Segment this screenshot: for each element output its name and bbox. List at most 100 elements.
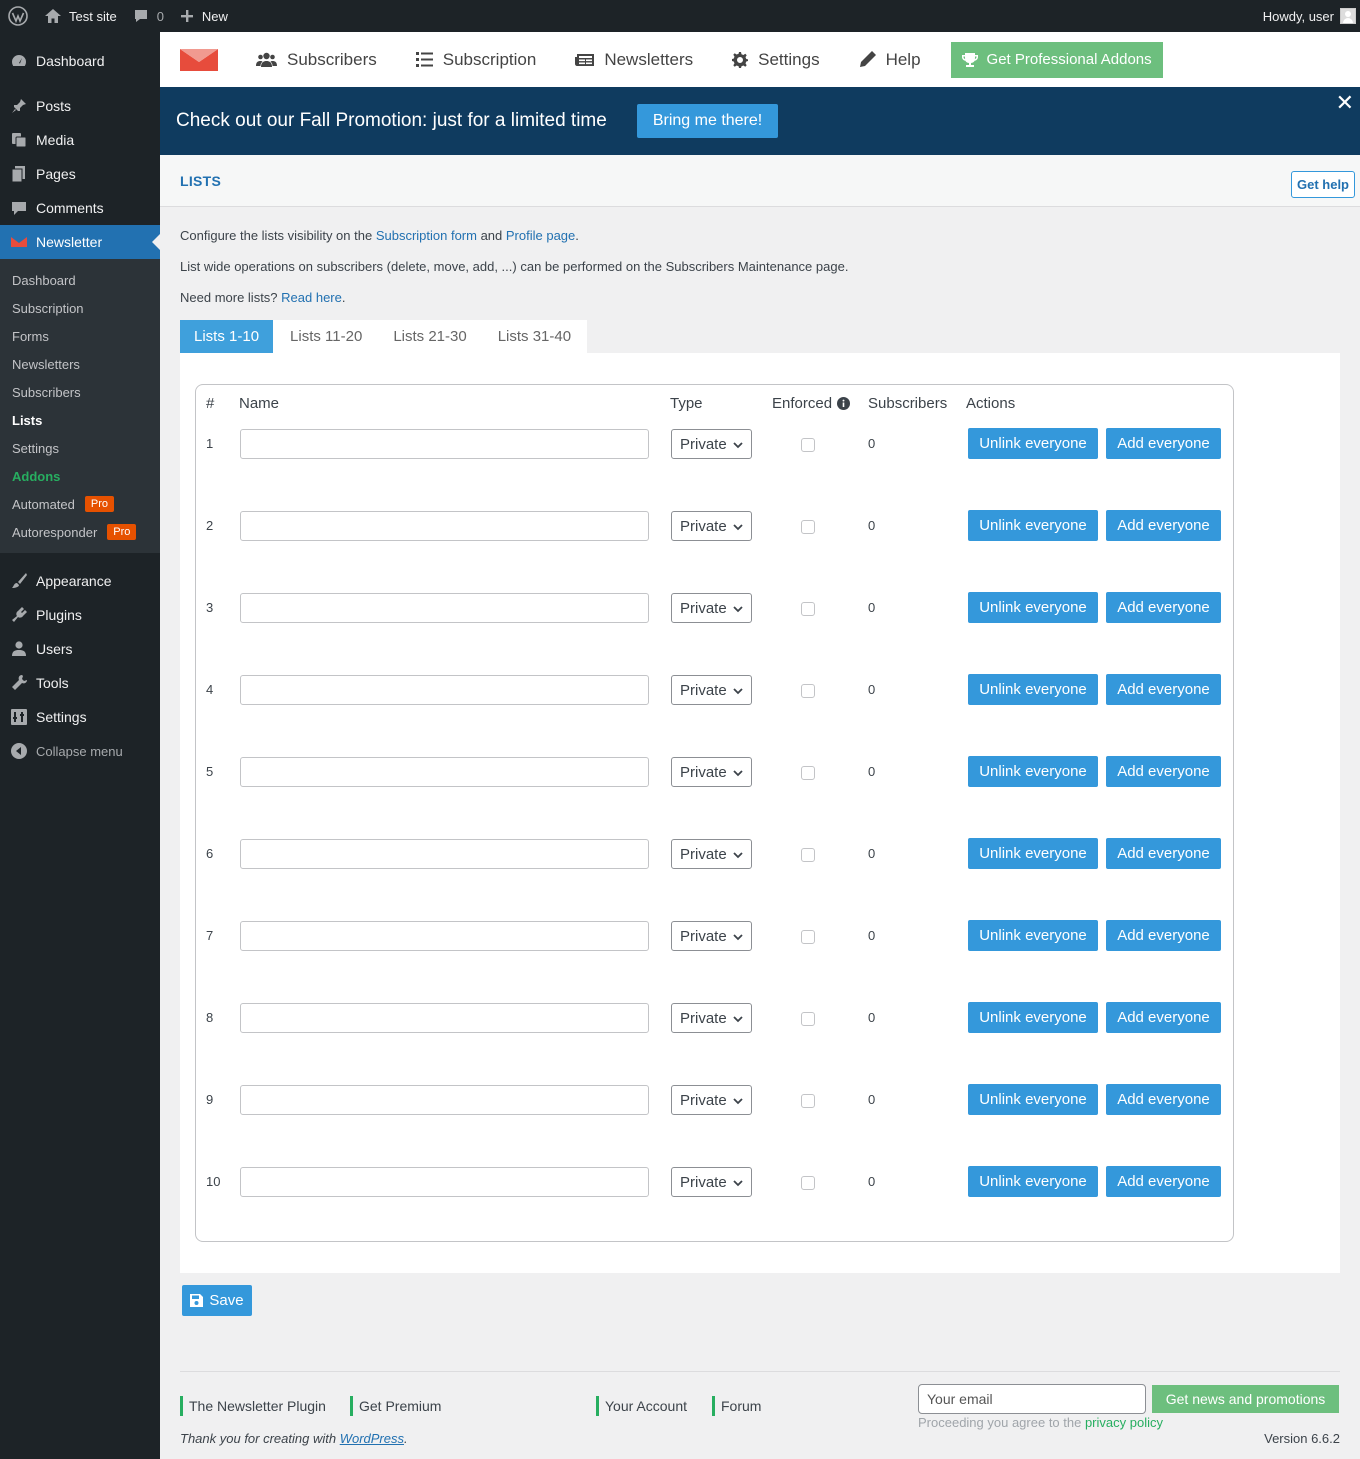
collapse-menu-button[interactable]: Collapse menu xyxy=(0,734,160,768)
footer-link-get-premium[interactable]: Get Premium xyxy=(350,1396,441,1416)
enforced-checkbox[interactable] xyxy=(801,520,815,534)
nav-newsletters[interactable]: Newsletters xyxy=(575,50,693,70)
add-everyone-button[interactable]: Add everyone xyxy=(1106,1166,1221,1197)
add-everyone-button[interactable]: Add everyone xyxy=(1106,592,1221,623)
unlink-everyone-button[interactable]: Unlink everyone xyxy=(968,1166,1098,1197)
submenu-addons[interactable]: Addons xyxy=(0,462,160,490)
submenu-subscribers[interactable]: Subscribers xyxy=(0,378,160,406)
list-type-select[interactable]: Private xyxy=(671,1167,752,1197)
nav-settings[interactable]: Settings xyxy=(732,50,820,70)
unlink-everyone-button[interactable]: Unlink everyone xyxy=(968,1002,1098,1033)
nav-help[interactable]: Help xyxy=(859,50,921,70)
enforced-checkbox[interactable] xyxy=(801,684,815,698)
menu-appearance[interactable]: Appearance xyxy=(0,564,160,598)
list-type-select[interactable]: Private xyxy=(671,839,752,869)
nav-subscription[interactable]: Subscription xyxy=(415,50,536,70)
close-icon[interactable]: ✕ xyxy=(1336,92,1354,114)
tab-lists-31-40[interactable]: Lists 31-40 xyxy=(480,320,588,353)
list-type-select[interactable]: Private xyxy=(671,593,752,623)
read-here-link[interactable]: Read here xyxy=(281,290,342,305)
enforced-checkbox[interactable] xyxy=(801,1094,815,1108)
menu-pages[interactable]: Pages xyxy=(0,157,160,191)
list-name-input[interactable] xyxy=(240,429,649,459)
subscription-form-link[interactable]: Subscription form xyxy=(376,228,477,243)
menu-tools[interactable]: Tools xyxy=(0,666,160,700)
list-name-input[interactable] xyxy=(240,1167,649,1197)
enforced-checkbox[interactable] xyxy=(801,766,815,780)
menu-posts[interactable]: Posts xyxy=(0,89,160,123)
add-everyone-button[interactable]: Add everyone xyxy=(1106,838,1221,869)
tab-lists-1-10[interactable]: Lists 1-10 xyxy=(180,320,274,353)
menu-newsletter[interactable]: Newsletter xyxy=(0,225,160,259)
enforced-checkbox[interactable] xyxy=(801,438,815,452)
unlink-everyone-button[interactable]: Unlink everyone xyxy=(968,592,1098,623)
list-type-select[interactable]: Private xyxy=(671,1085,752,1115)
submenu-forms[interactable]: Forms xyxy=(0,322,160,350)
unlink-everyone-button[interactable]: Unlink everyone xyxy=(968,838,1098,869)
footer-link-your-account[interactable]: Your Account xyxy=(596,1396,687,1416)
get-news-button[interactable]: Get news and promotions xyxy=(1152,1385,1339,1413)
list-type-select[interactable]: Private xyxy=(671,675,752,705)
list-name-input[interactable] xyxy=(240,593,649,623)
unlink-everyone-button[interactable]: Unlink everyone xyxy=(968,510,1098,541)
submenu-settings[interactable]: Settings xyxy=(0,434,160,462)
footer-link-forum[interactable]: Forum xyxy=(712,1396,761,1416)
newsletter-logo-icon[interactable] xyxy=(180,48,218,71)
enforced-checkbox[interactable] xyxy=(801,1012,815,1026)
list-type-select[interactable]: Private xyxy=(671,511,752,541)
submenu-dashboard[interactable]: Dashboard xyxy=(0,266,160,294)
menu-media[interactable]: Media xyxy=(0,123,160,157)
add-everyone-button[interactable]: Add everyone xyxy=(1106,1002,1221,1033)
save-button[interactable]: Save xyxy=(182,1285,252,1316)
list-name-input[interactable] xyxy=(240,921,649,951)
add-everyone-button[interactable]: Add everyone xyxy=(1106,510,1221,541)
unlink-everyone-button[interactable]: Unlink everyone xyxy=(968,920,1098,951)
unlink-everyone-button[interactable]: Unlink everyone xyxy=(968,674,1098,705)
menu-plugins[interactable]: Plugins xyxy=(0,598,160,632)
submenu-newsletters[interactable]: Newsletters xyxy=(0,350,160,378)
add-everyone-button[interactable]: Add everyone xyxy=(1106,756,1221,787)
submenu-automated[interactable]: Automated Pro xyxy=(0,490,160,518)
add-everyone-button[interactable]: Add everyone xyxy=(1106,1084,1221,1115)
enforced-checkbox[interactable] xyxy=(801,602,815,616)
enforced-checkbox[interactable] xyxy=(801,848,815,862)
get-help-button[interactable]: Get help xyxy=(1290,171,1355,198)
unlink-everyone-button[interactable]: Unlink everyone xyxy=(968,1084,1098,1115)
list-name-input[interactable] xyxy=(240,511,649,541)
info-icon[interactable] xyxy=(837,397,851,410)
enforced-checkbox[interactable] xyxy=(801,930,815,944)
add-everyone-button[interactable]: Add everyone xyxy=(1106,428,1221,459)
unlink-everyone-button[interactable]: Unlink everyone xyxy=(968,756,1098,787)
tab-lists-21-30[interactable]: Lists 21-30 xyxy=(376,320,481,353)
list-name-input[interactable] xyxy=(240,1003,649,1033)
list-type-select[interactable]: Private xyxy=(671,921,752,951)
list-name-input[interactable] xyxy=(240,839,649,869)
new-content-link[interactable]: New xyxy=(172,0,236,32)
wordpress-logo-icon[interactable] xyxy=(0,0,36,32)
unlink-everyone-button[interactable]: Unlink everyone xyxy=(968,428,1098,459)
submenu-autoresponder[interactable]: Autoresponder Pro xyxy=(0,518,160,546)
list-name-input[interactable] xyxy=(240,675,649,705)
email-field[interactable]: Your email xyxy=(918,1384,1146,1414)
add-everyone-button[interactable]: Add everyone xyxy=(1106,920,1221,951)
menu-users[interactable]: Users xyxy=(0,632,160,666)
menu-comments[interactable]: Comments xyxy=(0,191,160,225)
submenu-subscription[interactable]: Subscription xyxy=(0,294,160,322)
wordpress-link[interactable]: WordPress xyxy=(340,1431,404,1446)
list-type-select[interactable]: Private xyxy=(671,429,752,459)
tab-lists-11-20[interactable]: Lists 11-20 xyxy=(273,320,377,353)
site-name-link[interactable]: Test site xyxy=(36,0,125,32)
profile-page-link[interactable]: Profile page xyxy=(506,228,575,243)
enforced-checkbox[interactable] xyxy=(801,1176,815,1190)
submenu-lists[interactable]: Lists xyxy=(0,406,160,434)
comments-link[interactable]: 0 xyxy=(125,0,172,32)
bring-me-there-button[interactable]: Bring me there! xyxy=(636,104,779,138)
list-name-input[interactable] xyxy=(240,757,649,787)
menu-settings[interactable]: Settings xyxy=(0,700,160,734)
add-everyone-button[interactable]: Add everyone xyxy=(1106,674,1221,705)
privacy-policy-link[interactable]: privacy policy xyxy=(1085,1415,1163,1430)
list-type-select[interactable]: Private xyxy=(671,1003,752,1033)
footer-link-newsletter-plugin[interactable]: The Newsletter Plugin xyxy=(180,1396,326,1416)
list-name-input[interactable] xyxy=(240,1085,649,1115)
nav-subscribers[interactable]: Subscribers xyxy=(256,50,377,70)
